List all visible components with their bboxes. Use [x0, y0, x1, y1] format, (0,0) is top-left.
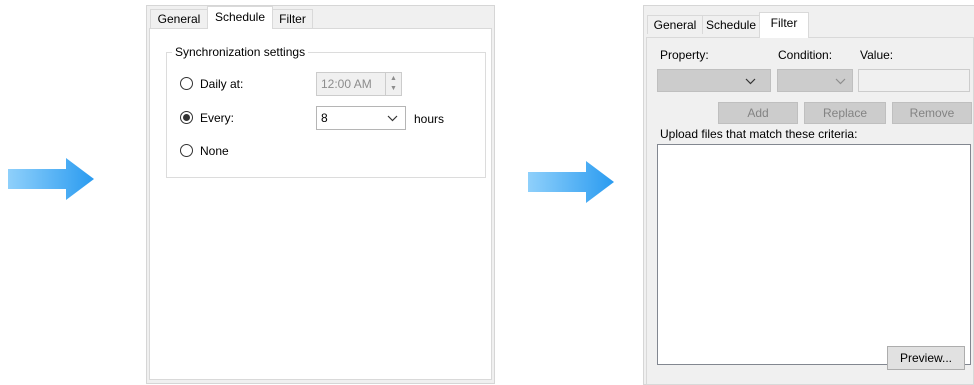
every-label: Every:: [200, 111, 235, 125]
time-spinner[interactable]: ▲ ▼: [385, 73, 401, 95]
none-option[interactable]: None: [180, 142, 280, 160]
daily-option[interactable]: Daily at:: [180, 75, 280, 93]
tab-general[interactable]: General: [647, 15, 703, 34]
chevron-down-icon: [745, 78, 756, 85]
tab-schedule[interactable]: Schedule: [702, 15, 760, 34]
hours-value: 8: [321, 111, 328, 125]
value-field[interactable]: [858, 69, 970, 92]
chevron-down-icon: [387, 115, 398, 122]
right-arrow-icon: [8, 158, 94, 200]
property-label: Property:: [660, 48, 709, 62]
tab-strip: General Schedule Filter: [644, 6, 974, 38]
tab-strip: General Schedule Filter: [147, 6, 494, 29]
none-label: None: [200, 144, 229, 158]
daily-radio[interactable]: [180, 77, 193, 90]
daily-time-picker[interactable]: 12:00 AM ▲ ▼: [316, 72, 402, 96]
preview-button[interactable]: Preview...: [887, 346, 965, 370]
criteria-label: Upload files that match these criteria:: [660, 127, 858, 141]
tab-filter[interactable]: Filter: [272, 9, 313, 28]
hours-unit-label: hours: [414, 112, 445, 126]
add-button[interactable]: Add: [718, 102, 798, 124]
condition-label: Condition:: [778, 48, 833, 62]
right-arrow-icon: [528, 161, 614, 203]
every-radio[interactable]: [180, 111, 193, 124]
tab-general[interactable]: General: [150, 9, 208, 28]
schedule-dialog: General Schedule Filter Synchronization …: [146, 5, 495, 384]
replace-button[interactable]: Replace: [804, 102, 886, 124]
chevron-down-icon: [835, 78, 846, 85]
time-value: 12:00 AM: [321, 77, 372, 91]
value-label: Value:: [860, 48, 894, 62]
daily-label: Daily at:: [200, 77, 244, 91]
criteria-list[interactable]: [657, 144, 971, 365]
condition-combo[interactable]: [777, 69, 853, 92]
spin-down-icon[interactable]: ▼: [386, 84, 401, 95]
tab-filter[interactable]: Filter: [759, 12, 809, 38]
remove-button[interactable]: Remove: [892, 102, 972, 124]
tab-content: Property: Condition: Value: Add Replace …: [646, 37, 974, 385]
tab-schedule[interactable]: Schedule: [207, 6, 273, 29]
every-option[interactable]: Every:: [180, 109, 280, 127]
property-combo[interactable]: [657, 69, 771, 92]
filter-dialog: General Schedule Filter Property: Condit…: [643, 5, 974, 385]
every-hours-select[interactable]: 8: [316, 106, 406, 130]
none-radio[interactable]: [180, 144, 193, 157]
radio-selected-dot: [183, 114, 190, 121]
tab-content: Synchronization settings Daily at: 12:00…: [149, 28, 492, 380]
group-title: Synchronization settings: [172, 45, 309, 59]
